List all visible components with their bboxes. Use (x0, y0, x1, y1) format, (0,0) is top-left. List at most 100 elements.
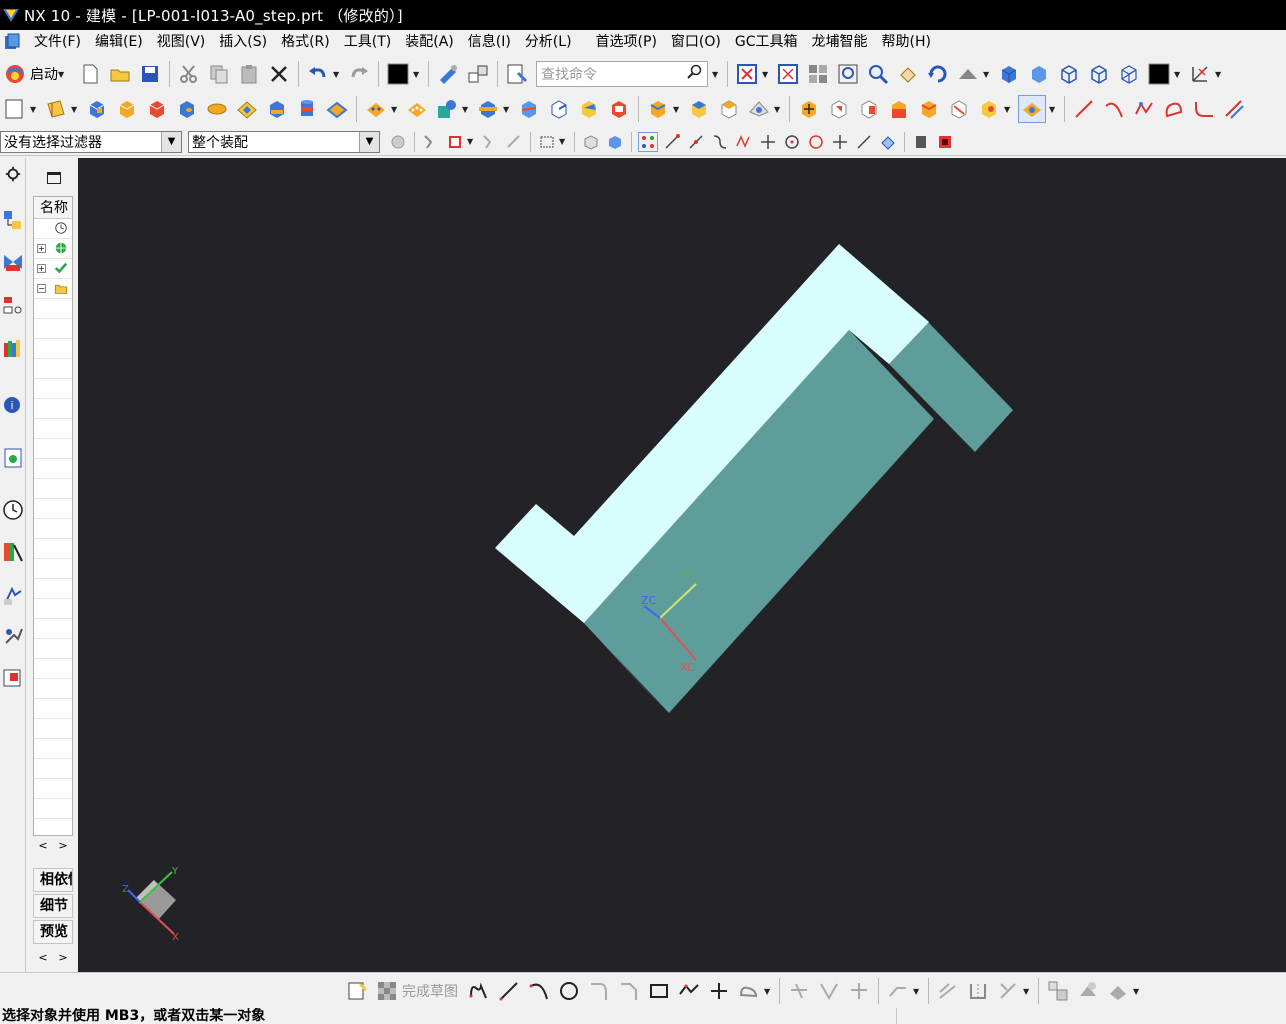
sketch-polygon-icon[interactable] (677, 979, 701, 1003)
trim-body-icon[interactable] (476, 97, 500, 121)
undo-dropdown-icon[interactable]: ▼ (333, 70, 341, 79)
shell-icon[interactable] (607, 97, 631, 121)
part-navigator-icon[interactable] (1, 294, 25, 318)
menu-longpu[interactable]: 龙埔智能 (805, 31, 875, 53)
chevron-down-icon[interactable]: ▼ (359, 131, 379, 152)
sketch-circle-icon[interactable] (557, 979, 581, 1003)
menu-window[interactable]: 窗口(O) (664, 31, 728, 53)
sketch-line-icon[interactable] (497, 979, 521, 1003)
pattern-icon[interactable] (405, 97, 429, 121)
general-selection-icon[interactable] (388, 132, 408, 152)
boss-icon[interactable] (205, 97, 229, 121)
draft-icon[interactable] (646, 97, 670, 121)
expand-plus-icon[interactable]: + (37, 244, 46, 253)
gear-icon[interactable] (1, 162, 25, 186)
intersection-curve-icon[interactable] (996, 979, 1020, 1003)
linear-dimension-icon[interactable] (917, 97, 941, 121)
layout-icon[interactable] (806, 62, 830, 86)
chevron-left-icon[interactable]: < (38, 951, 47, 964)
section-dependencies[interactable]: 相依性 (33, 868, 73, 892)
shaded-with-edges-icon[interactable] (997, 62, 1021, 86)
project-curve-icon[interactable] (936, 979, 960, 1003)
menu-insert[interactable]: 插入(S) (212, 31, 274, 53)
expand-plus-icon[interactable]: + (37, 264, 46, 273)
point-icon[interactable] (1132, 97, 1156, 121)
intersection-icon[interactable] (734, 132, 754, 152)
pan-icon[interactable] (896, 62, 920, 86)
sketch-point-icon[interactable] (707, 979, 731, 1003)
trim-dropdown-icon[interactable]: ▼ (503, 105, 511, 114)
offset-dropdown-icon[interactable]: ▼ (913, 987, 921, 996)
revolve-icon[interactable] (145, 97, 169, 121)
delete-icon[interactable] (267, 62, 291, 86)
existing-point-icon[interactable] (758, 132, 778, 152)
midpoint-icon[interactable] (686, 132, 706, 152)
profile-icon[interactable] (467, 979, 491, 1003)
layer-settings-icon[interactable] (911, 132, 931, 152)
sketch-icon[interactable] (3, 97, 27, 121)
color-dropdown-icon[interactable]: ▼ (413, 70, 421, 79)
control-point-icon[interactable] (710, 132, 730, 152)
undo-icon[interactable] (306, 62, 330, 86)
information-icon[interactable]: i (1, 392, 25, 416)
intersection-dropdown-icon[interactable]: ▼ (1023, 987, 1031, 996)
face-dropdown-icon[interactable]: ▼ (774, 105, 782, 114)
menu-gc-toolkit[interactable]: GC工具箱 (728, 31, 805, 53)
sections-scrollbar[interactable]: < > (33, 948, 73, 966)
unite-icon[interactable] (435, 97, 459, 121)
select-face-icon[interactable] (445, 132, 465, 152)
tree-row-model-views[interactable]: + (34, 239, 72, 259)
point-on-face-icon[interactable] (854, 132, 874, 152)
rotate-icon[interactable] (926, 62, 950, 86)
color-swatch-icon[interactable] (386, 62, 410, 86)
fillet-curve-icon[interactable] (1192, 97, 1216, 121)
quick-extend-icon[interactable] (817, 979, 841, 1003)
sketch-task-environment-icon[interactable] (345, 979, 369, 1003)
delete-face-icon[interactable] (857, 97, 881, 121)
menu-preferences[interactable]: 首选项(P) (589, 31, 664, 53)
part-body[interactable] (495, 244, 1013, 713)
static-wireframe-icon[interactable] (1117, 62, 1141, 86)
endpoint-icon[interactable] (662, 132, 682, 152)
reuse-library-icon[interactable] (1, 336, 25, 360)
chamfer-icon[interactable] (577, 97, 601, 121)
sketch-spline-icon[interactable] (737, 979, 761, 1003)
roles-icon[interactable] (1, 666, 25, 690)
split-body-icon[interactable] (517, 97, 541, 121)
save-icon[interactable] (138, 62, 162, 86)
solid-body-filter-icon[interactable] (581, 132, 601, 152)
command-search-input[interactable]: 查找命令 (536, 61, 708, 87)
quadrant-point-icon[interactable] (806, 132, 826, 152)
menu-format[interactable]: 格式(R) (274, 31, 337, 53)
tree-row-history[interactable] (34, 219, 72, 239)
finish-sketch-button[interactable]: 完成草图 (372, 979, 458, 1003)
sketch-chamfer-icon[interactable] (617, 979, 641, 1003)
auto-constrain-icon[interactable] (1076, 979, 1100, 1003)
copy-icon[interactable] (207, 62, 231, 86)
zoom-icon[interactable] (866, 62, 890, 86)
background-dropdown-icon[interactable]: ▼ (1174, 70, 1182, 79)
snap-point-icon[interactable] (638, 131, 658, 152)
maximize-icon[interactable] (47, 172, 61, 184)
fit-dropdown-icon[interactable]: ▼ (762, 70, 770, 79)
tree-row-model-history[interactable]: − (34, 279, 72, 299)
tree-horizontal-scrollbar[interactable]: < > (33, 836, 73, 854)
web-browser-icon[interactable] (1, 446, 25, 470)
zoom-region-icon[interactable] (836, 62, 860, 86)
pad-icon[interactable] (265, 97, 289, 121)
constraints-dropdown-icon[interactable]: ▼ (1133, 987, 1141, 996)
sketch-rectangle-icon[interactable] (647, 979, 671, 1003)
select-body-icon[interactable] (480, 132, 500, 152)
sketch-fillet-icon[interactable] (587, 979, 611, 1003)
sketch-arc-icon[interactable] (527, 979, 551, 1003)
pocket-icon[interactable] (235, 97, 259, 121)
csys-icon[interactable] (1188, 62, 1212, 86)
move-face-icon[interactable] (717, 97, 741, 121)
assembly-filter-icon[interactable] (605, 132, 625, 152)
datum-dropdown-icon[interactable]: ▼ (71, 105, 79, 114)
new-file-icon[interactable] (78, 62, 102, 86)
collapse-minus-icon[interactable]: − (37, 284, 46, 293)
selection-filter-select[interactable]: 没有选择过滤器 ▼ (0, 130, 182, 153)
emboss-icon[interactable] (364, 97, 388, 121)
offset-curve-icon[interactable] (1222, 97, 1246, 121)
